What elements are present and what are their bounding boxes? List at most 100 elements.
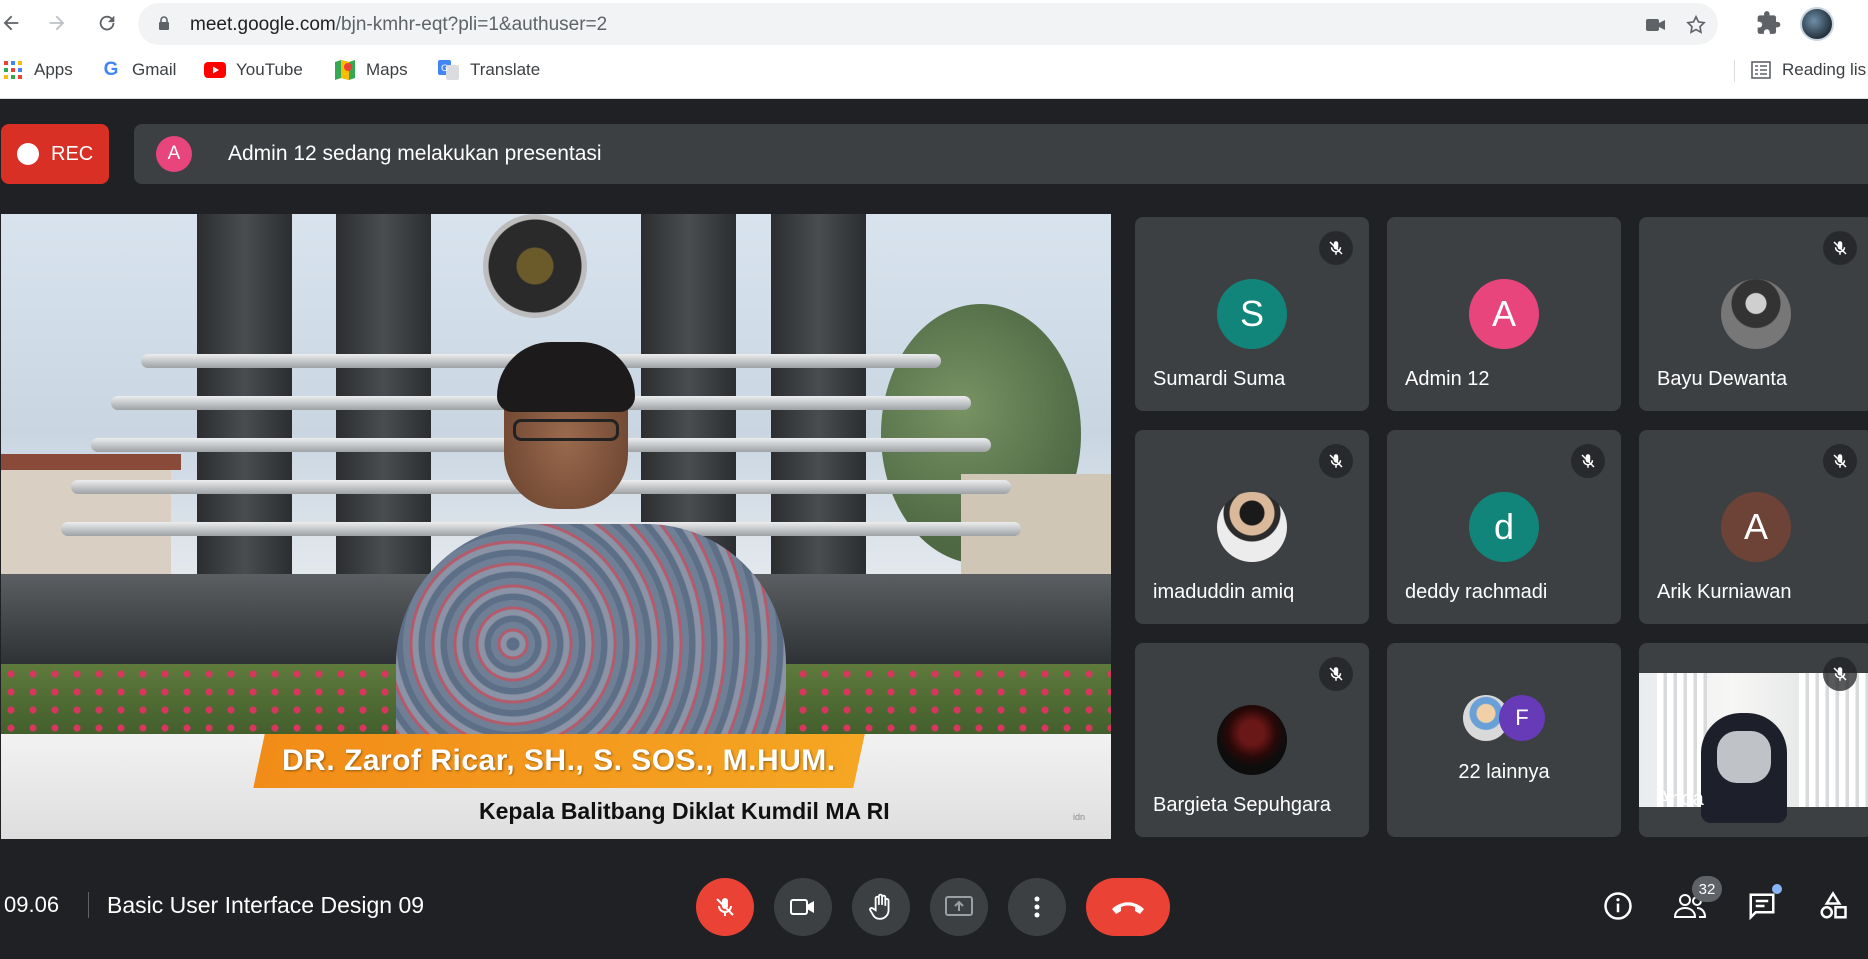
participant-photo-avatar (1217, 492, 1287, 562)
participant-name: deddy rachmadi (1405, 581, 1548, 603)
other-participant-avatar: F (1499, 695, 1545, 741)
participant-tile[interactable]: A Arik Kurniawan (1639, 430, 1868, 624)
presentation-video[interactable]: DR. Zarof Ricar, SH., S. SOS., M.HUM. Ke… (1, 214, 1111, 839)
translate-icon: G (438, 59, 460, 81)
chat-icon (1749, 893, 1775, 921)
bookmark-label: YouTube (236, 60, 303, 79)
activities-shapes-icon (1820, 891, 1847, 919)
bookmark-label: Translate (470, 60, 541, 79)
mic-off-icon (1319, 444, 1353, 478)
bookmark-label: Gmail (132, 60, 177, 79)
extensions-puzzle-icon[interactable] (1756, 10, 1782, 36)
present-screen-icon (945, 896, 973, 916)
hand-icon (869, 893, 890, 920)
microphone-toggle-button[interactable] (696, 878, 754, 936)
bottom-divider (88, 892, 89, 918)
google-g-icon: G (103, 59, 119, 80)
participant-avatar: A (1721, 492, 1791, 562)
lower-third-name-banner: DR. Zarof Ricar, SH., S. SOS., M.HUM. (253, 734, 865, 788)
apps-grid-icon (2, 59, 24, 81)
participant-name: Admin 12 (1405, 368, 1490, 390)
participant-avatar: A (1469, 279, 1539, 349)
self-face-mask (1717, 731, 1771, 783)
presenting-banner: A Admin 12 sedang melakukan presentasi (134, 124, 1868, 184)
presenter-avatar: A (156, 136, 192, 172)
others-tile[interactable]: F 22 lainnya (1387, 643, 1621, 837)
participant-tile[interactable]: Bayu Dewanta (1639, 217, 1868, 411)
reload-icon[interactable] (92, 8, 122, 38)
participant-avatar: d (1469, 492, 1539, 562)
meeting-details-button[interactable] (1598, 886, 1638, 926)
mic-off-icon (1823, 444, 1857, 478)
chat-unread-dot (1772, 884, 1782, 894)
raise-hand-button[interactable] (852, 878, 910, 936)
youtube-icon (204, 59, 226, 81)
participant-name: Arik Kurniawan (1657, 581, 1792, 603)
record-dot-icon (17, 143, 39, 165)
bookmark-translate[interactable]: G Translate (438, 58, 540, 82)
info-icon (1604, 892, 1632, 920)
mic-off-icon (1823, 231, 1857, 265)
more-options-button[interactable] (1008, 878, 1066, 936)
bookmark-label: Apps (34, 60, 73, 79)
back-arrow-icon[interactable] (0, 8, 26, 38)
mic-off-icon (1571, 444, 1605, 478)
participant-tile[interactable]: A Admin 12 (1387, 217, 1621, 411)
bookmarks-divider (1734, 60, 1735, 82)
bookmark-gmail[interactable]: G Gmail (100, 58, 177, 82)
participant-count-badge: 32 (1692, 876, 1722, 902)
recording-indicator[interactable]: REC (1, 124, 109, 184)
reading-list[interactable]: Reading lis (1750, 58, 1866, 82)
mic-off-icon (1319, 657, 1353, 691)
leave-call-button[interactable] (1086, 878, 1170, 936)
more-vert-icon (1034, 896, 1040, 918)
rec-label: REC (51, 142, 94, 165)
participant-photo-avatar (1721, 279, 1791, 349)
monument-emblem (483, 214, 587, 318)
participant-name: imaduddin amiq (1153, 581, 1295, 603)
lock-icon (159, 16, 169, 30)
address-bar[interactable]: meet.google.com/bjn-kmhr-eqt?pli=1&authu… (138, 3, 1718, 45)
svg-text:G: G (441, 64, 448, 74)
others-count-label: 22 lainnya (1458, 761, 1550, 783)
camera-permission-icon[interactable] (1644, 13, 1668, 37)
participant-name: Bargieta Sepuhgara (1153, 794, 1331, 816)
bookmark-youtube[interactable]: YouTube (204, 58, 303, 82)
bookmark-label: Maps (366, 60, 408, 79)
camera-toggle-button[interactable] (774, 878, 832, 936)
bookmark-apps[interactable]: Apps (2, 58, 73, 82)
mic-off-icon (1319, 231, 1353, 265)
meeting-name: Basic User Interface Design 09 (107, 892, 425, 918)
participant-tile[interactable]: imaduddin amiq (1135, 430, 1369, 624)
video-curtain (1657, 673, 1707, 807)
participant-name: Bayu Dewanta (1657, 368, 1788, 390)
self-video-feed (1639, 673, 1868, 823)
forward-arrow-icon[interactable] (42, 8, 72, 38)
speaker-title-text: Kepala Balitbang Diklat Kumdil MA RI (479, 798, 890, 824)
maps-icon (334, 59, 356, 81)
video-curtain (1799, 673, 1868, 807)
hang-up-phone-icon (1112, 902, 1144, 914)
bookmark-maps[interactable]: Maps (334, 58, 408, 82)
reading-list-icon (1750, 59, 1772, 81)
participant-name: Sumardi Suma (1153, 368, 1286, 390)
profile-avatar[interactable] (1800, 7, 1834, 41)
reading-list-label: Reading lis (1782, 60, 1867, 79)
video-watermark: idn (1073, 812, 1086, 822)
activities-button[interactable] (1813, 886, 1853, 926)
participant-tile[interactable]: Bargieta Sepuhgara (1135, 643, 1369, 837)
mic-off-icon (1823, 657, 1857, 691)
browser-chrome: meet.google.com/bjn-kmhr-eqt?pli=1&authu… (0, 0, 1868, 99)
speaker-glasses (513, 419, 619, 441)
bookmarks-bar: Apps G Gmail YouTube Maps G Translate Re… (0, 52, 1868, 88)
meeting-time: 09.06 (4, 892, 60, 917)
bookmark-star-icon[interactable] (1684, 13, 1708, 37)
camera-icon (790, 899, 814, 915)
speaker-name-text: DR. Zarof Ricar, SH., S. SOS., M.HUM. (282, 744, 836, 777)
participant-tile[interactable]: d deddy rachmadi (1387, 430, 1621, 624)
self-name: Anda (1657, 788, 1704, 810)
present-screen-button[interactable] (930, 878, 988, 936)
self-video-tile[interactable]: Anda (1639, 643, 1868, 837)
participant-tile[interactable]: S Sumardi Suma (1135, 217, 1369, 411)
url-text[interactable]: meet.google.com/bjn-kmhr-eqt?pli=1&authu… (190, 14, 607, 36)
